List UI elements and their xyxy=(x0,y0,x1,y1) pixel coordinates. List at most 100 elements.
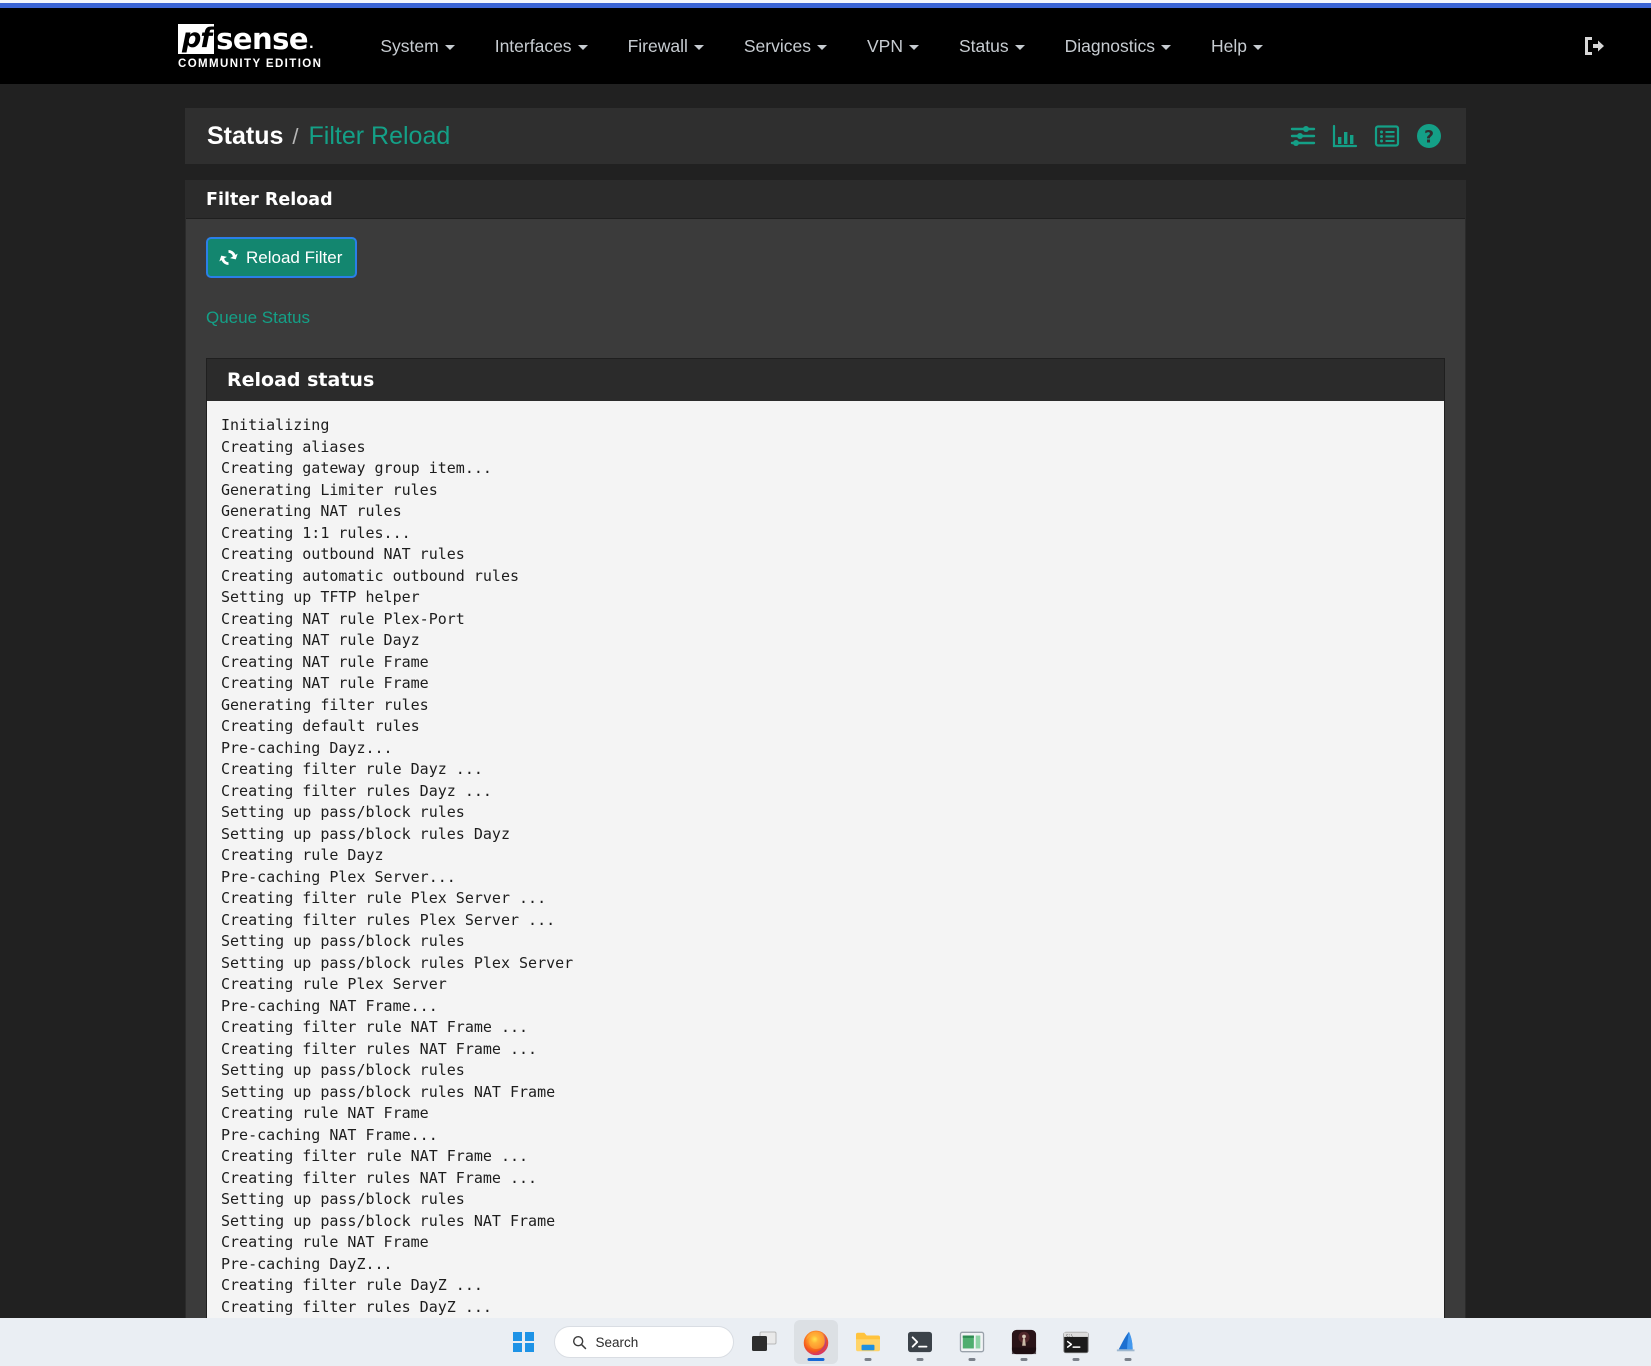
start-button[interactable] xyxy=(502,1320,546,1364)
taskbar-item-game[interactable] xyxy=(1002,1320,1046,1364)
nav-menu: System Interfaces Firewall Services VPN … xyxy=(360,8,1283,84)
header-icon-group: ? xyxy=(1290,123,1442,149)
chevron-down-icon xyxy=(908,44,919,50)
breadcrumb-current: Filter Reload xyxy=(308,121,451,150)
page-viewport: pf sense . COMMUNITY EDITION System Inte… xyxy=(0,8,1651,1318)
log-line: Creating filter rules NAT Frame ... xyxy=(221,1039,538,1058)
chevron-down-icon xyxy=(577,44,588,50)
nav-item-services[interactable]: Services xyxy=(724,8,847,84)
brand-pf-mark: pf xyxy=(178,24,215,54)
log-line: Pre-caching NAT Frame... xyxy=(221,996,438,1015)
log-line: Creating filter rule DayZ ... xyxy=(221,1276,483,1294)
log-line: Creating filter rule Plex Server ... xyxy=(221,889,547,907)
command-prompt-icon: C:\ xyxy=(1062,1331,1089,1353)
refresh-icon xyxy=(219,250,238,265)
taskbar-item-wireshark[interactable] xyxy=(1106,1320,1150,1364)
log-line: Creating 1:1 rules... xyxy=(221,523,411,542)
logout-icon[interactable] xyxy=(1581,33,1607,59)
queue-status-link[interactable]: Queue Status xyxy=(206,308,310,328)
log-line: Creating NAT rule Dayz xyxy=(221,631,420,649)
svg-text:C:\: C:\ xyxy=(1066,1333,1073,1337)
log-line: Creating filter rule NAT Frame ... xyxy=(221,1018,529,1036)
chevron-down-icon xyxy=(1253,44,1264,50)
taskbar-item-firefox[interactable] xyxy=(793,1320,838,1364)
nav-item-status[interactable]: Status xyxy=(939,8,1045,84)
breadcrumb-parent[interactable]: Status xyxy=(207,122,283,151)
firefox-icon xyxy=(803,1330,828,1356)
log-line: Generating filter rules xyxy=(221,695,429,714)
log-line: Creating outbound NAT rules xyxy=(221,545,465,563)
brand-subtitle: COMMUNITY EDITION xyxy=(178,58,323,70)
taskbar-running-indicator xyxy=(1072,1358,1079,1361)
chevron-down-icon xyxy=(693,44,704,50)
taskbar-running-indicator xyxy=(1124,1358,1131,1361)
search-icon xyxy=(572,1335,586,1349)
panel-header: Filter Reload xyxy=(186,181,1465,219)
taskbar-item-file-explorer[interactable] xyxy=(846,1320,890,1364)
nav-label-vpn: VPN xyxy=(866,36,903,56)
nav-item-vpn[interactable]: VPN xyxy=(847,8,939,84)
sliders-icon[interactable] xyxy=(1290,124,1316,148)
brand-sense-text: sense xyxy=(216,21,309,56)
taskbar-running-indicator xyxy=(968,1358,975,1361)
log-line: Pre-caching Dayz... xyxy=(221,738,393,757)
list-table-icon[interactable] xyxy=(1374,124,1400,148)
windows-start-icon xyxy=(513,1331,534,1353)
nav-label-services: Services xyxy=(743,36,811,56)
log-line: Setting up pass/block rules xyxy=(221,1061,465,1079)
chevron-down-icon xyxy=(444,44,455,50)
log-line: Creating rule NAT Frame xyxy=(221,1233,429,1251)
log-line: Creating rule NAT Frame xyxy=(221,1104,429,1122)
taskbar-running-indicator xyxy=(864,1358,871,1361)
reload-status-title: Reload status xyxy=(227,369,375,391)
log-line: Initializing xyxy=(221,416,330,434)
log-line: Setting up pass/block rules NAT Frame xyxy=(221,1211,556,1230)
browser-chrome-strip xyxy=(0,0,1651,8)
log-line: Setting up TFTP helper xyxy=(221,588,420,606)
log-line: Setting up pass/block rules xyxy=(221,803,465,821)
log-line: Pre-caching Plex Server... xyxy=(221,867,456,886)
chevron-down-icon xyxy=(1014,44,1025,50)
filter-reload-panel: Filter Reload Reload Filter Queue Status… xyxy=(185,180,1466,1318)
reload-filter-button[interactable]: Reload Filter xyxy=(206,237,358,278)
reload-status-log[interactable]: Initializing Creating aliases Creating gat… xyxy=(207,401,1444,1318)
bar-chart-icon[interactable] xyxy=(1332,124,1358,148)
log-line: Creating filter rules DayZ ... xyxy=(221,1297,492,1316)
log-line: Creating filter rule NAT Frame ... xyxy=(221,1147,529,1165)
taskbar-running-indicator xyxy=(916,1358,923,1361)
log-line: Creating default rules xyxy=(221,717,420,735)
reload-filter-label: Reload Filter xyxy=(246,248,343,267)
log-line: Setting up pass/block rules Dayz xyxy=(221,824,510,843)
taskbar-search-box[interactable]: Search xyxy=(553,1326,734,1358)
log-line: Creating gateway group item... xyxy=(221,459,492,477)
nav-label-interfaces: Interfaces xyxy=(494,36,572,56)
windows-taskbar: Search C:\ xyxy=(0,1318,1651,1366)
taskbar-running-indicator xyxy=(1020,1358,1027,1361)
pfsense-logo[interactable]: pf sense . COMMUNITY EDITION xyxy=(178,22,322,70)
chevron-down-icon xyxy=(1161,44,1172,50)
taskbar-item-remote-desktop[interactable] xyxy=(950,1320,994,1364)
panel-body: Reload Filter Queue Status Reload status… xyxy=(186,219,1465,1318)
taskbar-item-task-view[interactable] xyxy=(742,1320,786,1364)
log-line: Generating Limiter rules xyxy=(221,480,438,499)
log-line: Setting up pass/block rules xyxy=(221,1190,465,1208)
nav-item-interfaces[interactable]: Interfaces xyxy=(475,8,608,84)
nav-item-system[interactable]: System xyxy=(360,8,474,84)
nav-item-help[interactable]: Help xyxy=(1191,8,1283,84)
file-explorer-icon xyxy=(855,1332,880,1352)
breadcrumb-separator: / xyxy=(292,123,299,149)
log-line: Creating NAT rule Plex-Port xyxy=(221,609,465,628)
log-line: Creating aliases xyxy=(221,437,366,456)
log-line: Creating filter rules Plex Server ... xyxy=(221,910,556,929)
nav-item-firewall[interactable]: Firewall xyxy=(608,8,724,84)
reload-status-header: Reload status xyxy=(207,359,1444,401)
log-line: Creating automatic outbound rules xyxy=(221,566,520,585)
brand-logo-wordmark: pf sense . xyxy=(178,24,314,54)
nav-label-system: System xyxy=(380,36,439,56)
taskbar-search-label: Search xyxy=(595,1334,639,1350)
nav-item-diagnostics[interactable]: Diagnostics xyxy=(1045,8,1191,84)
taskbar-item-terminal[interactable] xyxy=(898,1320,942,1364)
help-circle-icon[interactable]: ? xyxy=(1416,123,1442,149)
log-line: Creating rule Plex Server xyxy=(221,975,447,993)
taskbar-item-command-prompt[interactable]: C:\ xyxy=(1054,1320,1098,1364)
